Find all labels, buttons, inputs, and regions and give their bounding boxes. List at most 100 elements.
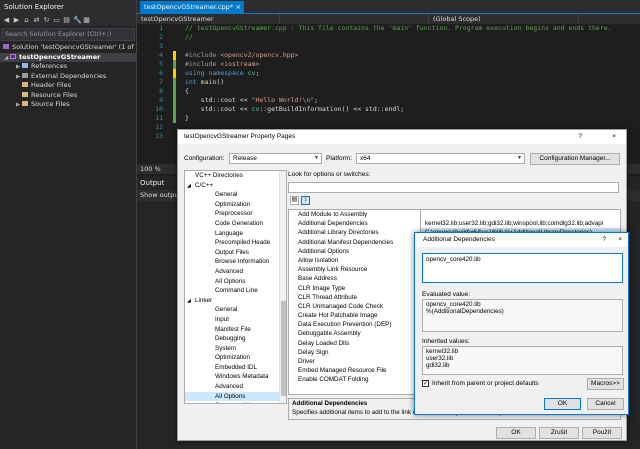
tree-item[interactable]: Input: [185, 315, 286, 325]
property-name[interactable]: Add Module to Assembly: [289, 210, 420, 219]
alphabetical-icon[interactable]: ↕: [301, 196, 310, 205]
property-category-tree[interactable]: VC++ Directories ◢ C/C++ General Optimizatio…: [184, 170, 287, 404]
platform-dropdown[interactable]: x64 ▼: [356, 153, 525, 164]
apply-button[interactable]: Použít: [582, 427, 622, 439]
change-marker: [173, 96, 176, 105]
tree-item[interactable]: Code Generation: [185, 219, 286, 229]
cancel-button[interactable]: Zrušit: [539, 427, 579, 439]
tree-item[interactable]: All Options: [185, 277, 286, 287]
configuration-manager-button[interactable]: Configuration Manager...: [530, 153, 620, 165]
code-token: (): [216, 78, 225, 86]
property-name[interactable]: Create Hot Patchable Image: [289, 311, 420, 320]
help-icon[interactable]: ?: [578, 130, 582, 144]
tree-item[interactable]: General: [185, 305, 286, 315]
tree-item[interactable]: Language: [185, 229, 286, 239]
close-icon[interactable]: ×: [612, 130, 616, 144]
tree-item-label: Advanced: [215, 267, 244, 275]
property-name[interactable]: Data Execution Prevention (DEP): [289, 320, 420, 329]
tree-item[interactable]: Precompiled Heade: [185, 238, 286, 248]
zoom-level[interactable]: 100 %: [140, 165, 161, 173]
references-node[interactable]: ▶ References: [0, 62, 136, 72]
home-icon[interactable]: ⌂: [23, 16, 30, 24]
scrollbar-thumb[interactable]: [281, 301, 286, 396]
tree-item[interactable]: Advanced: [185, 382, 286, 392]
property-name[interactable]: Driver: [289, 357, 420, 366]
tree-item[interactable]: Debugging: [185, 334, 286, 344]
property-name[interactable]: Allow Isolation: [289, 256, 420, 265]
help-icon[interactable]: ?: [602, 233, 606, 247]
options-search-input[interactable]: [288, 182, 619, 193]
forward-icon[interactable]: ▶: [13, 16, 20, 24]
property-name[interactable]: CLR Thread Attribute: [289, 293, 420, 302]
collapse-all-icon[interactable]: ▭: [53, 16, 60, 24]
code-token: // testOpencvGStreamer.cpp : This file c…: [185, 24, 612, 32]
property-name[interactable]: Additional Library Directories: [289, 228, 420, 237]
property-value[interactable]: kernel32.lib;user32.lib;gdi32.lib;winspo…: [421, 219, 620, 228]
properties-icon[interactable]: 🔧: [73, 16, 82, 24]
change-marker: [173, 105, 176, 114]
property-name[interactable]: Additional Options: [289, 247, 420, 256]
project-dropdown[interactable]: testOpencvGStreamer: [137, 14, 280, 24]
source-files-node[interactable]: ▶ Source Files: [0, 100, 136, 110]
tree-item[interactable]: Manifest File: [185, 325, 286, 335]
sync-icon[interactable]: ⇄: [33, 16, 40, 24]
ok-button[interactable]: OK: [544, 398, 581, 410]
property-name[interactable]: Delay Loaded Dlls: [289, 339, 420, 348]
tree-item[interactable]: Preprocessor: [185, 209, 286, 219]
refresh-icon[interactable]: ↻: [43, 16, 50, 24]
ok-button[interactable]: OK: [496, 427, 536, 439]
solution-explorer-search-input[interactable]: Search Solution Explorer (Ctrl+;): [1, 28, 135, 41]
property-name[interactable]: CLR Image Type: [289, 284, 420, 293]
property-name[interactable]: Base Address: [289, 274, 420, 283]
preview-icon[interactable]: ▦: [83, 16, 90, 24]
close-icon[interactable]: ×: [618, 233, 622, 247]
external-dependencies-node[interactable]: ▶ External Dependencies: [0, 72, 136, 82]
dependencies-textarea[interactable]: opencv_core420.lib: [422, 253, 623, 283]
tree-item[interactable]: Command Line: [185, 401, 286, 403]
tree-item[interactable]: All Options: [185, 391, 286, 402]
tree-item[interactable]: Windows Metadata: [185, 372, 286, 382]
back-icon[interactable]: ◀: [3, 16, 10, 24]
code-token: ::getBuildInformation() << std::endl;: [259, 105, 405, 113]
expander-arrow-icon[interactable]: ◢: [187, 297, 195, 307]
tree-item[interactable]: Embedded IDL: [185, 363, 286, 373]
tree-item[interactable]: Browse Information: [185, 257, 286, 267]
property-name[interactable]: Debuggable Assembly: [289, 329, 420, 338]
tab-testopencvgstreamer-cpp[interactable]: testOpencvGStreamer.cpp* ×: [140, 1, 244, 13]
property-name[interactable]: Delay Sign: [289, 348, 420, 357]
tree-item[interactable]: System: [185, 344, 286, 354]
tree-item[interactable]: Advanced: [185, 267, 286, 277]
categorized-icon[interactable]: ▤: [290, 196, 299, 205]
inherit-checkbox[interactable]: ✓: [422, 380, 429, 387]
configuration-dropdown[interactable]: Release ▼: [229, 153, 322, 164]
property-value[interactable]: [421, 210, 620, 219]
cancel-button[interactable]: Cancel: [587, 398, 624, 410]
tree-item[interactable]: Output Files: [185, 248, 286, 258]
member-dropdown[interactable]: (Global Scope): [429, 14, 579, 24]
scope-dropdown[interactable]: [283, 14, 429, 24]
tree-item[interactable]: Optimization: [185, 353, 286, 363]
show-all-files-icon[interactable]: ▤: [63, 16, 70, 24]
project-node[interactable]: ◢ testOpencvGStreamer: [0, 52, 136, 62]
tree-scrollbar[interactable]: [279, 171, 286, 403]
tree-item[interactable]: VC++ Directories: [185, 171, 286, 181]
property-name[interactable]: CLR Unmanaged Code Check: [289, 302, 420, 311]
header-files-node[interactable]: Header Files: [0, 81, 136, 91]
resource-files-node[interactable]: Resource Files: [0, 91, 136, 101]
macros-button[interactable]: Macros>>: [587, 378, 624, 390]
tree-item[interactable]: Command Line: [185, 286, 286, 296]
tree-item-label: System: [215, 344, 236, 352]
property-name[interactable]: Assembly Link Resource: [289, 265, 420, 274]
tree-item[interactable]: General: [185, 190, 286, 200]
tree-item[interactable]: ◢ C/C++: [185, 181, 286, 191]
solution-node[interactable]: Solution 'testOpencvGStreamer' (1 of 1 p…: [0, 43, 149, 53]
expander-arrow-icon[interactable]: ◢: [187, 182, 195, 192]
property-name[interactable]: Additional Dependencies: [289, 219, 420, 228]
property-name[interactable]: Embed Managed Resource File: [289, 366, 420, 375]
close-icon[interactable]: ×: [236, 1, 241, 13]
tree-item[interactable]: ◢ Linker: [185, 296, 286, 306]
property-name[interactable]: Enable COMDAT Folding: [289, 375, 420, 384]
property-name[interactable]: Additional Manifest Dependencies: [289, 238, 420, 247]
chevron-down-icon: ▼: [517, 155, 522, 161]
tree-item[interactable]: Optimization: [185, 200, 286, 210]
